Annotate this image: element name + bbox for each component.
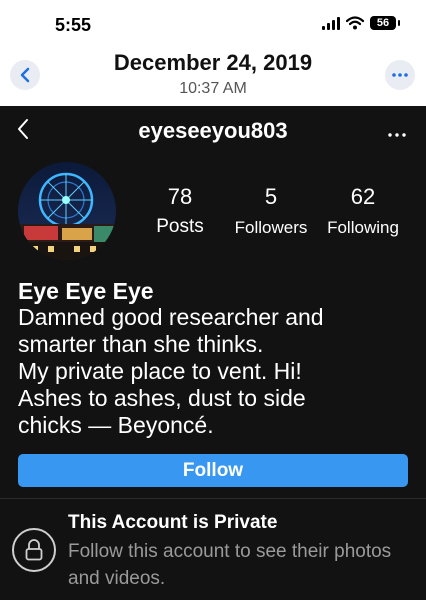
profile-bio: Damned good researcher and smarter than … [18,304,413,439]
private-account-text: Follow this account to see their photos … [68,541,392,589]
posts-label: Posts [156,216,204,237]
lock-icon-container [12,528,56,572]
stat-followers[interactable]: 5 Followers [229,184,313,238]
bio-line: Ashes to ashes, dust to side [18,385,306,411]
followers-label: Followers [234,218,308,237]
display-name: Eye Eye Eye [18,278,154,304]
stat-posts[interactable]: 78 Posts [148,184,212,238]
header-date: December 24, 2019 [113,50,313,75]
battery-icon: 56 [370,16,400,30]
battery-level: 56 [376,17,390,29]
posts-count: 78 [167,184,193,209]
private-account-title: This Account is Private [68,512,278,533]
lock-icon [25,539,43,561]
wifi-icon [346,16,364,30]
divider [0,498,426,499]
following-label: Following [327,218,399,237]
ferris-wheel-photo [18,162,116,260]
bio-line: chicks — Beyoncé. [18,412,214,438]
status-bar: 5:55 56 [0,0,426,48]
avatar[interactable] [18,162,116,260]
status-icons: 56 [322,16,400,30]
bio-line: smarter than she thinks. [18,331,264,357]
following-count: 62 [350,184,376,209]
profile-username: eyeseeyou803 [138,118,288,143]
bio-line: Damned good researcher and [18,304,324,330]
more-dots-icon [388,133,406,137]
message-header: December 24, 2019 10:37 AM [0,44,426,106]
more-options-button[interactable] [385,60,415,90]
signal-icon [322,16,340,30]
followers-count: 5 [264,184,278,209]
stat-following[interactable]: 62 Following [322,184,404,238]
profile-more-button[interactable] [388,124,406,142]
follow-button[interactable]: Follow [18,454,408,487]
bio-line: My private place to vent. Hi! [18,358,302,384]
header-time: 10:37 AM [179,80,247,97]
status-time: 5:55 [55,15,92,35]
more-dots-icon [392,73,408,77]
profile-screenshot: eyeseeyou803 78 Posts 5 Followers 62 Fol… [0,106,426,600]
